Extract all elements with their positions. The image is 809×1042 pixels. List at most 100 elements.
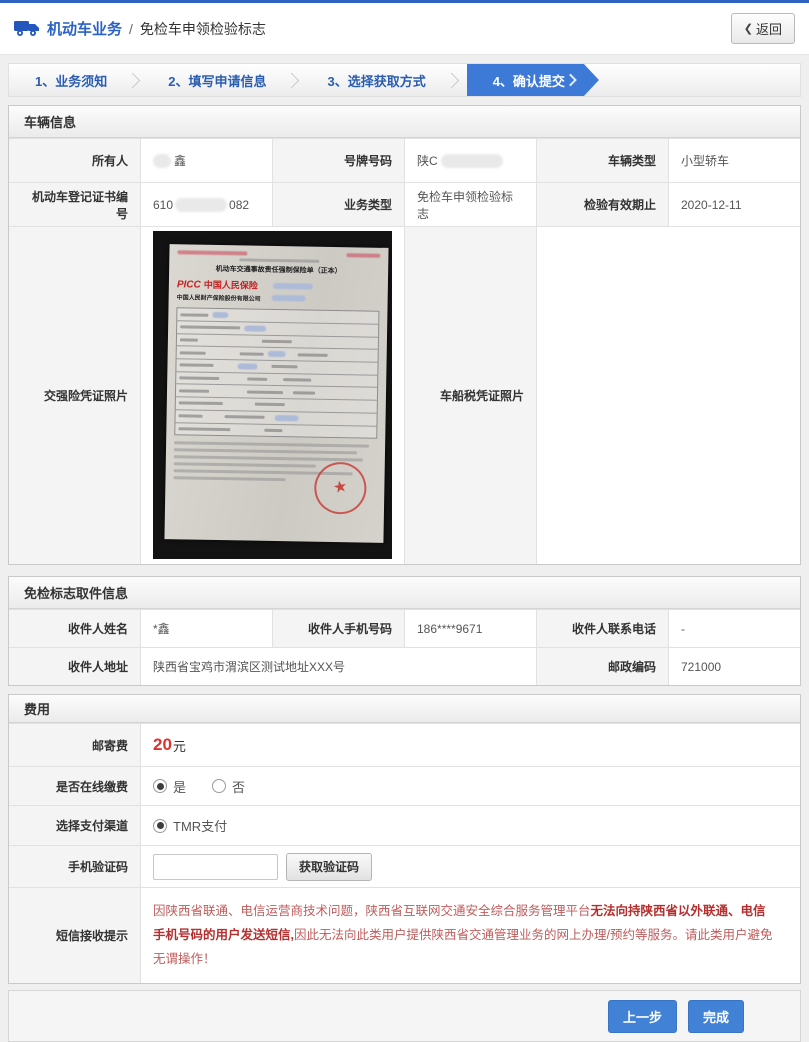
truck-icon	[14, 19, 40, 38]
step-tab-2-label: 2、填写申请信息	[168, 73, 267, 89]
reg-cert-value: 610 082	[141, 183, 273, 226]
pickup-info-section: 免检标志取件信息 收件人姓名 *鑫 收件人手机号码 186****9671 收件…	[8, 576, 801, 686]
doc-decor	[177, 250, 381, 258]
valid-until-label: 检验有效期止	[537, 183, 669, 226]
postage-amount: 20	[153, 735, 172, 754]
online-pay-no-label: 否	[232, 779, 246, 795]
sms-code-label: 手机验证码	[9, 846, 141, 887]
table-row: 收件人姓名 *鑫 收件人手机号码 186****9671 收件人联系电话 -	[9, 609, 800, 647]
sms-tip-cell: 因陕西省联通、电信运营商技术问题，陕西省互联网交通安全综合服务管理平台无法向持陕…	[141, 888, 800, 984]
valid-until-value: 2020-12-11	[669, 183, 800, 226]
pay-channel-label: 选择支付渠道	[9, 806, 141, 845]
step-tab-4-active[interactable]: 4、确认提交	[467, 64, 599, 96]
postage-label: 邮寄费	[9, 724, 141, 766]
masked-text	[440, 153, 503, 168]
sms-code-row: 获取验证码	[141, 846, 800, 887]
reg-cert-prefix-text: 610	[153, 197, 174, 212]
doc-company: 中国人民财产保险股份有限公司	[176, 295, 261, 303]
sms-tip-part1: 因陕西省联通、电信运营商技术问题，陕西省互联网交通安全综合服务管理平台	[153, 904, 591, 918]
recipient-mobile-label: 收件人手机号码	[273, 610, 405, 647]
vehicle-info-section: 车辆信息 所有人 鑫 号牌号码 陕C 车辆类型 小型轿车 机动车登记证书编号 6…	[8, 105, 801, 565]
step-arrow-chevron-icon	[564, 74, 577, 87]
doc-table	[174, 307, 380, 439]
insurance-photo-label: 交强险凭证照片	[9, 227, 141, 564]
biz-type-value: 免检车申领检验标志	[405, 183, 537, 226]
recipient-name-value: *鑫	[141, 610, 273, 647]
doc-decor-line	[238, 258, 319, 263]
vehicle-type-value: 小型轿车	[669, 139, 800, 182]
table-row: 机动车登记证书编号 610 082 业务类型 免检车申领检验标志 检验有效期止 …	[9, 182, 800, 226]
recipient-phone-value: -	[669, 610, 800, 647]
zip-code-label: 邮政编码	[537, 648, 669, 685]
fee-section: 费用 邮寄费 20 元 是否在线缴费 是 否 选择支付渠道 TMR支付 手机验证…	[8, 694, 801, 985]
recipient-address-value: 陕西省宝鸡市渭滨区测试地址XXX号	[141, 648, 537, 685]
recipient-address-label: 收件人地址	[9, 648, 141, 685]
zip-code-value: 721000	[669, 648, 800, 685]
sms-tip-label: 短信接收提示	[9, 888, 141, 984]
reg-cert-label: 机动车登记证书编号	[9, 183, 141, 226]
back-button-label: 返回	[755, 22, 782, 37]
table-row: 收件人地址 陕西省宝鸡市渭滨区测试地址XXX号 邮政编码 721000	[9, 647, 800, 685]
doc-red-text-line	[346, 253, 381, 258]
page-header: 机动车业务 / 免检车申领检验标志 ❮ 返回	[0, 3, 809, 55]
tax-photo-label: 车船税凭证照片	[405, 227, 537, 564]
owner-value: 鑫	[141, 139, 273, 182]
step-separator-icon	[124, 72, 141, 88]
wizard-steps: 1、业务须知 2、填写申请信息 3、选择获取方式 4、确认提交	[8, 63, 801, 97]
online-pay-no-radio[interactable]	[212, 779, 227, 793]
sms-tip-text: 因陕西省联通、电信运营商技术问题，陕西省互联网交通安全综合服务管理平台无法向持陕…	[153, 892, 788, 979]
back-button[interactable]: ❮ 返回	[730, 13, 795, 44]
pay-channel-options: TMR支付	[141, 806, 800, 845]
action-footer: 上一步 完成	[8, 990, 801, 1042]
get-sms-code-button[interactable]: 获取验证码	[286, 852, 373, 881]
recipient-phone-label: 收件人联系电话	[537, 610, 669, 647]
breadcrumb: 机动车业务 / 免检车申领检验标志	[14, 18, 731, 39]
plate-label: 号牌号码	[273, 139, 405, 182]
step-tab-2[interactable]: 2、填写申请信息	[142, 64, 276, 96]
step-tab-3[interactable]: 3、选择获取方式	[301, 64, 435, 96]
vehicle-section-title: 车辆信息	[9, 106, 800, 138]
tmr-pay-radio[interactable]	[153, 818, 167, 833]
table-row: 是否在线缴费 是 否	[9, 766, 800, 805]
reg-cert-suffix-text: 082	[229, 197, 250, 212]
online-pay-options: 是 否	[141, 767, 800, 805]
table-row: 交强险凭证照片 机动车交通事故责任强制保险单（正本） PICC 中国人民保险 中…	[9, 226, 800, 564]
back-chevron-icon: ❮	[743, 23, 753, 35]
table-row: 所有人 鑫 号牌号码 陕C 车辆类型 小型轿车	[9, 138, 800, 182]
online-pay-yes-radio[interactable]	[153, 779, 167, 793]
step-separator-icon	[443, 72, 459, 88]
finish-button[interactable]: 完成	[687, 999, 744, 1033]
masked-text	[272, 282, 313, 290]
picc-logo: PICC	[176, 279, 201, 291]
page-title: 机动车业务	[47, 21, 123, 38]
step-tab-1[interactable]: 1、业务须知	[9, 64, 117, 96]
recipient-name-label: 收件人姓名	[9, 610, 141, 647]
stamp-star: ★	[331, 477, 349, 498]
plate-value: 陕C	[405, 139, 537, 182]
step-tab-3-label: 3、选择获取方式	[327, 73, 426, 89]
pickup-section-title: 免检标志取件信息	[9, 577, 800, 609]
previous-step-button[interactable]: 上一步	[607, 999, 677, 1033]
table-row: 选择支付渠道 TMR支付	[9, 805, 800, 845]
masked-text	[271, 294, 306, 302]
owner-label: 所有人	[9, 139, 141, 182]
tax-photo-cell-empty	[537, 227, 800, 564]
postage-value: 20 元	[141, 724, 800, 766]
online-pay-label: 是否在线缴费	[9, 767, 141, 805]
masked-text	[175, 197, 228, 212]
table-row: 短信接收提示 因陕西省联通、电信运营商技术问题，陕西省互联网交通安全综合服务管理…	[9, 887, 800, 984]
table-row: 邮寄费 20 元	[9, 723, 800, 766]
vehicle-type-label: 车辆类型	[537, 139, 669, 182]
fee-section-title: 费用	[9, 695, 800, 723]
online-pay-yes-label: 是	[173, 779, 187, 795]
owner-name-text: 鑫	[174, 154, 187, 168]
picc-logo-cn: 中国人民保险	[203, 279, 258, 291]
step-separator-icon	[284, 72, 300, 88]
biz-type-label: 业务类型	[273, 183, 405, 226]
masked-text	[153, 153, 171, 168]
postage-unit: 元	[172, 738, 186, 754]
recipient-mobile-value: 186****9671	[405, 610, 537, 647]
insurance-photo-cell: 机动车交通事故责任强制保险单（正本） PICC 中国人民保险 中国人民财产保险股…	[141, 227, 405, 564]
sms-code-input[interactable]	[153, 853, 278, 880]
plate-text: 陕C	[417, 154, 438, 168]
